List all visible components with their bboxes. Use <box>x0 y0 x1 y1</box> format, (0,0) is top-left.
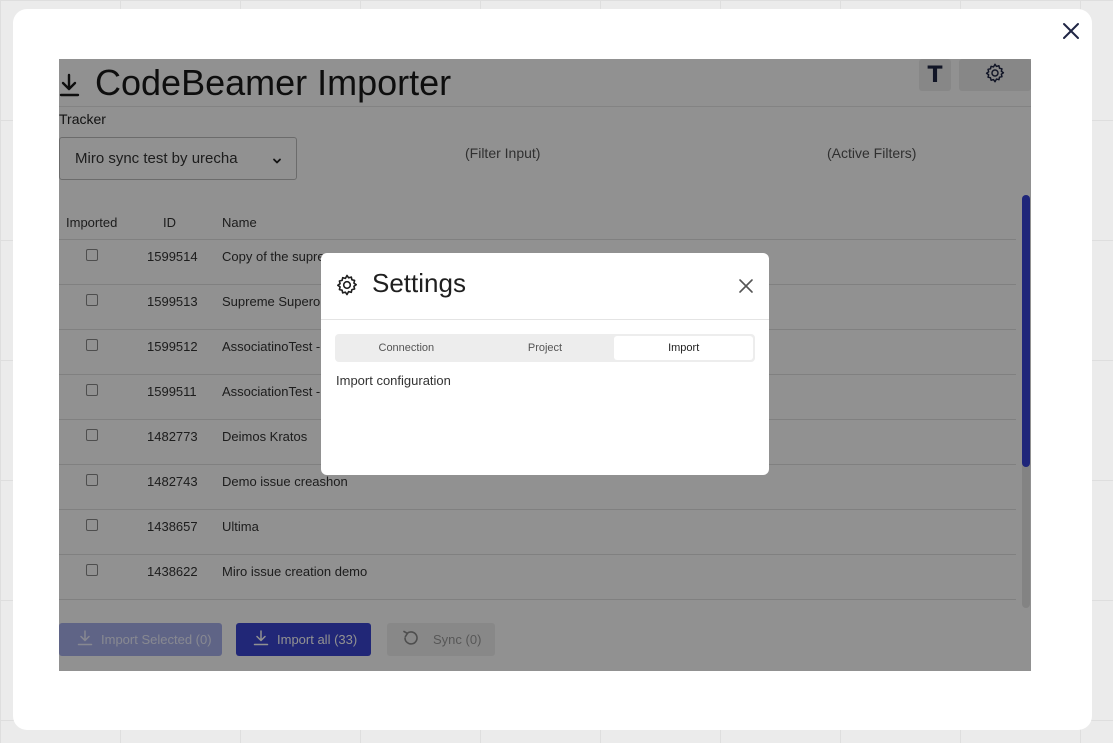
tab-project[interactable]: Project <box>476 336 615 360</box>
settings-dialog: Settings Connection Project Import Impor… <box>321 253 769 475</box>
settings-title: Settings <box>372 268 466 298</box>
import-configuration-text: Import configuration <box>336 373 451 388</box>
close-icon[interactable] <box>737 277 755 295</box>
gear-icon <box>335 273 359 302</box>
settings-header: Settings <box>321 253 769 320</box>
settings-tabs: Connection Project Import <box>335 334 755 362</box>
outer-close-icon[interactable] <box>1059 19 1083 43</box>
tab-import[interactable]: Import <box>614 336 754 360</box>
tab-connection[interactable]: Connection <box>337 336 476 360</box>
